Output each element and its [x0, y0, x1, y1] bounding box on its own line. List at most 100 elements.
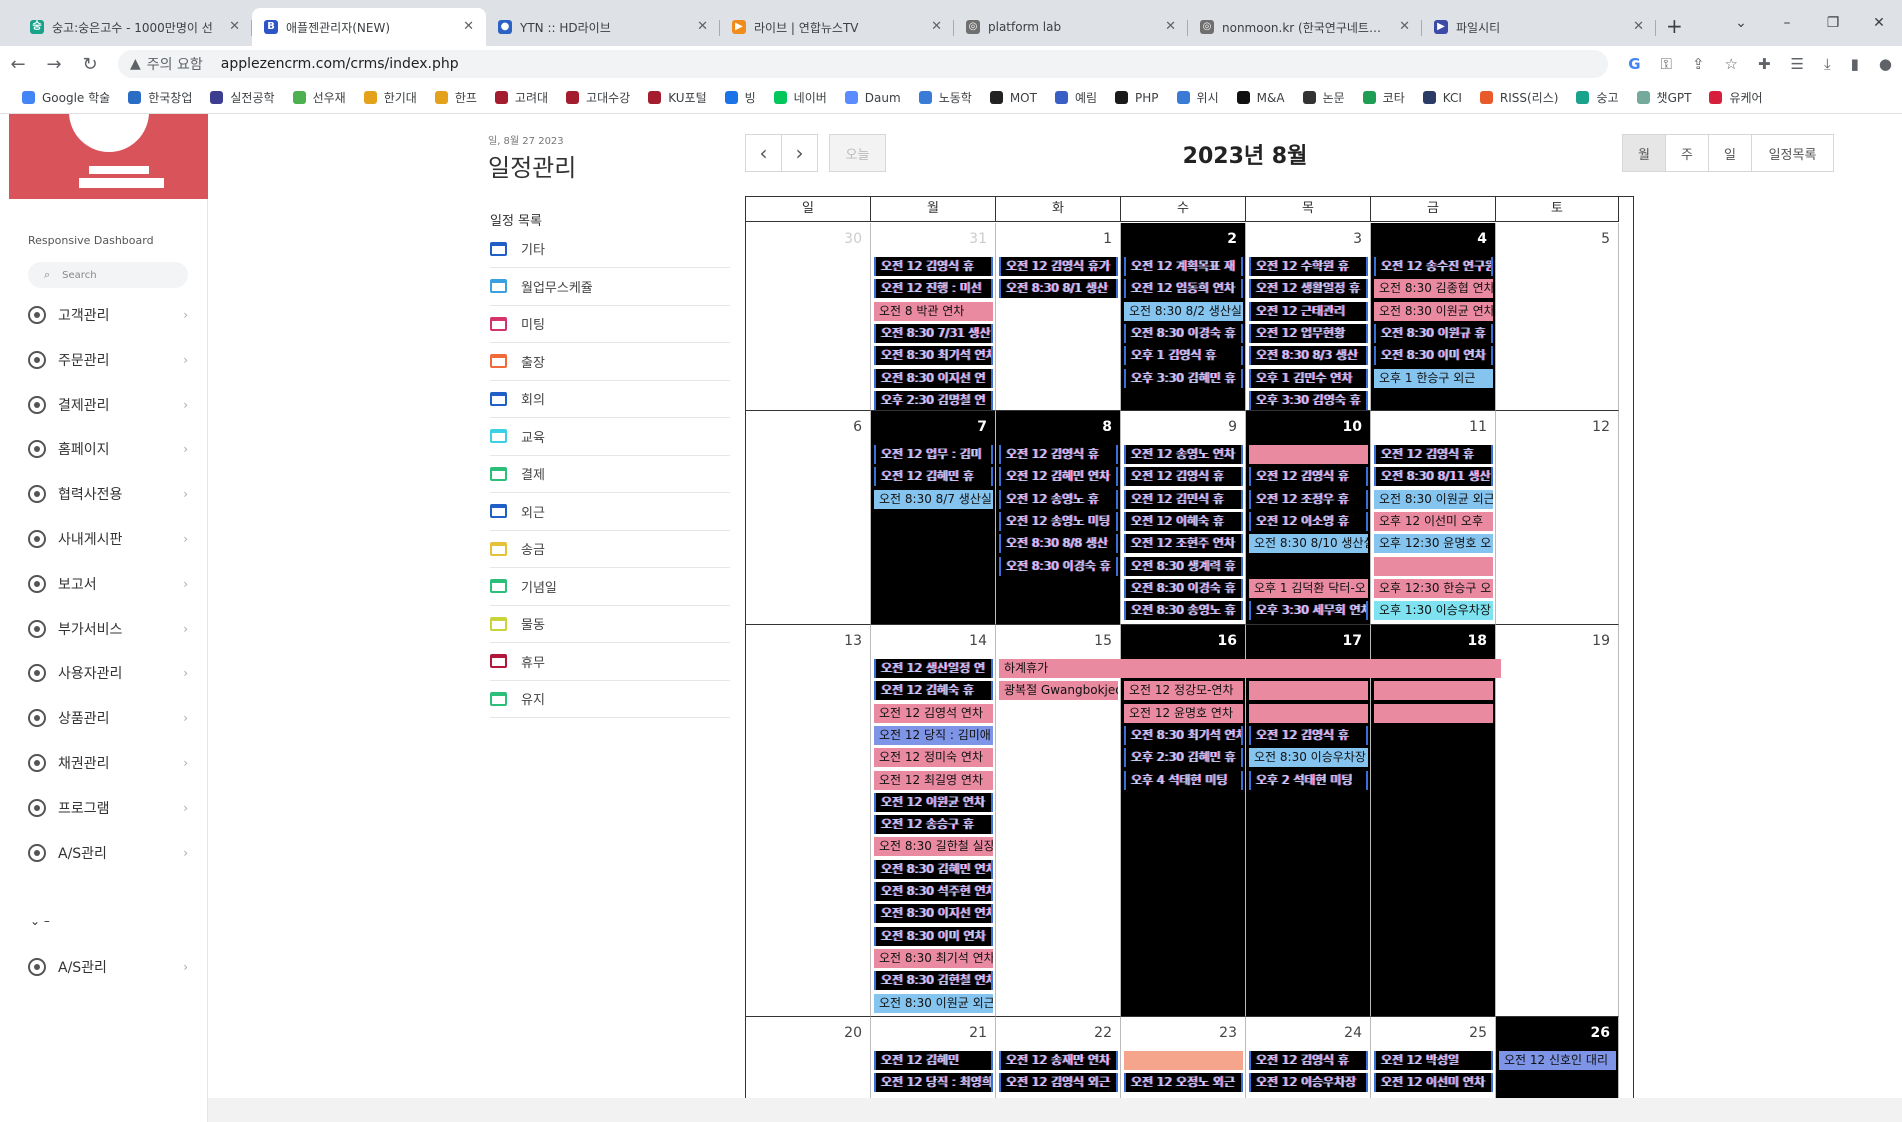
download-icon[interactable]: ⤓	[1824, 55, 1831, 73]
bookmark-item[interactable]: 숭고	[1576, 89, 1619, 106]
sidebar-item[interactable]: 프로그램 ›	[28, 793, 188, 823]
view-day-button[interactable]: 일	[1708, 134, 1752, 172]
sidebar-item[interactable]: 상품관리 ›	[28, 703, 188, 733]
bookmark-item[interactable]: 빙	[724, 89, 756, 106]
browser-tab[interactable]: ◎ nonmoon.kr (한국연구네트워크 ✕	[1188, 8, 1422, 46]
calendar-day[interactable]: 3 오전 12 수학원 휴 오전 12 생활일정 휴 오전 12 근태관리 오전 12 …	[1246, 223, 1371, 411]
calendar-event[interactable]: 오후 1 김덕환 닥터-오	[1249, 578, 1368, 598]
calendar-day[interactable]: 17 오전 12 김영식 휴 오전 8:30 이승우차장 오후 2 석태현 미팅	[1246, 625, 1371, 1017]
calendar-day[interactable]: 31 오전 12 김영식 휴 오전 12 진행 : 미선 오전 8 박관 연차 오전 8…	[871, 223, 996, 411]
category-item[interactable]: 물동	[490, 605, 730, 643]
calendar-event[interactable]: 오전 8:30 이미 연차	[874, 926, 993, 946]
calendar-day[interactable]: 21 오전 12 김혜민 오전 12 당직 : 최영희	[871, 1017, 996, 1099]
bookmark-item[interactable]: 유케어	[1709, 89, 1763, 106]
calendar-event[interactable]: 오전 12 당직 : 최영희	[874, 1073, 993, 1093]
share-icon[interactable]: ⇪	[1692, 55, 1705, 73]
calendar-event[interactable]: 오전 8:30 이경숙 휴	[1124, 323, 1243, 343]
calendar-event[interactable]: 오전 8:30 이원균 외근	[874, 993, 993, 1013]
google-lens-icon[interactable]: G	[1628, 55, 1640, 73]
browser-tab[interactable]: 숭 숭고:숭은고수 - 1000만명이 선 ✕	[18, 8, 252, 46]
calendar-day[interactable]: 23 오전 12 오정노 외근	[1121, 1017, 1246, 1099]
calendar-event[interactable]: 오전 8:30 생계력 휴	[1124, 556, 1243, 576]
reading-list-icon[interactable]: ☰	[1791, 55, 1804, 73]
forward-icon[interactable]: →	[36, 54, 72, 75]
calendar-event[interactable]: 오전 12 신호인 대리	[1499, 1051, 1616, 1070]
browser-tab[interactable]: ◎ platform lab ✕	[954, 8, 1188, 46]
calendar-event[interactable]	[1249, 703, 1368, 723]
minimize-icon[interactable]: –	[1764, 15, 1810, 31]
bookmark-item[interactable]: 논문	[1302, 89, 1345, 106]
category-item[interactable]: 월업무스케쥴	[490, 268, 730, 306]
calendar-event[interactable]: 오전 8:30 최기석 연차	[874, 948, 993, 968]
calendar-event[interactable]: 오전 12 송영노 미팅	[999, 511, 1118, 531]
browser-tab[interactable]: ● YTN :: HD라이브 ✕	[486, 8, 720, 46]
calendar-event[interactable]: 오전 8:30 이원균 외근	[1374, 489, 1493, 509]
category-item[interactable]: 미팅	[490, 305, 730, 343]
calendar-event[interactable]: 오전 12 김영식 휴	[1249, 725, 1368, 745]
tab-close-icon[interactable]: ✕	[229, 19, 240, 34]
calendar-event[interactable]: 오전 12 진행 : 미선	[874, 279, 993, 299]
calendar-event[interactable]: 오전 12 생산일정 연	[874, 659, 993, 678]
calendar-event[interactable]: 오전 8:30 8/3 생산	[1249, 346, 1368, 366]
calendar-day[interactable]: 8 오전 12 김영식 휴 오전 12 김혜민 연차 오전 12 송영노 휴 오전 12…	[996, 411, 1121, 625]
calendar-event[interactable]: 오전 12 박성일	[1374, 1051, 1493, 1070]
back-icon[interactable]: ←	[0, 54, 36, 75]
calendar-day[interactable]: 25 오전 12 박성일 오전 12 이선미 연차	[1371, 1017, 1496, 1099]
url-text[interactable]: applezencrm.com/crms/index.php	[221, 56, 459, 72]
calendar-event[interactable]: 오후 1 김민수 연차	[1249, 368, 1368, 388]
calendar-event[interactable]: 오전 8:30 석주현 연차	[874, 882, 993, 901]
calendar-event[interactable]: 오후 12:30 윤명호 오	[1374, 534, 1493, 554]
bookmark-item[interactable]: 위시	[1176, 89, 1219, 106]
calendar-event[interactable]: 오전 12 윤명호 연차	[1124, 703, 1243, 723]
calendar-event[interactable]	[1124, 1051, 1243, 1070]
calendar-event[interactable]: 오전 12 김민식 휴	[1124, 489, 1243, 509]
company-logo[interactable]	[9, 114, 208, 199]
bookmark-item[interactable]: 한국창업	[128, 89, 192, 106]
calendar-event[interactable]: 오전 12 업무현황	[1249, 323, 1368, 343]
calendar-event[interactable]: 오전 8:30 8/10 생산실	[1249, 534, 1368, 554]
calendar-event[interactable]: 오후 12 이선미 오후	[1374, 511, 1493, 531]
sidebar-item-as-extra[interactable]: A/S관리 ›	[28, 952, 188, 982]
calendar-event[interactable]	[1374, 681, 1493, 701]
tab-close-icon[interactable]: ✕	[697, 19, 708, 34]
warning-icon[interactable]: ▲	[130, 56, 141, 72]
calendar-event[interactable]: 오전 8:30 8/2 생산실	[1124, 301, 1243, 321]
bookmark-item[interactable]: 노동학	[918, 89, 972, 106]
calendar-event[interactable]: 오전 8:30 이경숙 휴	[1124, 578, 1243, 598]
calendar-event[interactable]: 오전 8:30 이지선 연차	[874, 904, 993, 924]
next-month-button[interactable]: ›	[781, 134, 818, 172]
calendar-day[interactable]: 9 오전 12 송영노 연차 오전 12 김영식 휴 오전 12 김민식 휴 오전 12…	[1121, 411, 1246, 625]
bookmark-item[interactable]: Google 학술	[22, 89, 110, 106]
bookmark-item[interactable]: 실전공학	[210, 89, 275, 106]
calendar-day[interactable]: 13	[746, 625, 871, 1017]
calendar-event[interactable]: 오전 12 계획목표 재	[1124, 257, 1243, 276]
calendar-event[interactable]: 오후 3:30 세무회 연차	[1249, 601, 1368, 621]
sidebar-item[interactable]: 주문관리 ›	[28, 345, 188, 375]
calendar-event[interactable]: 오후 1 한승구 외근	[1374, 368, 1493, 388]
calendar-event[interactable]: 오전 8:30 이원규 휴	[1374, 323, 1493, 343]
calendar-day[interactable]: 30	[746, 223, 871, 411]
calendar-event[interactable]: 오전 12 김영식 휴	[1124, 467, 1243, 487]
category-item[interactable]: 유지	[490, 680, 730, 718]
calendar-event[interactable]: 오전 8:30 이미 연차	[1374, 346, 1493, 366]
restore-icon[interactable]: ❐	[1810, 15, 1856, 31]
calendar-event[interactable]: 오후 4 석태현 미팅	[1124, 770, 1243, 790]
calendar-event[interactable]: 오전 12 송승구 휴	[874, 815, 993, 835]
calendar-event[interactable]: 오후 12:30 한승구 오	[1374, 578, 1493, 598]
bookmark-item[interactable]: PHP	[1115, 91, 1159, 105]
calendar-event[interactable]: 오전 12 김혜숙 휴	[874, 681, 993, 701]
calendar-event[interactable]: 오후 3:30 김영숙 휴	[1249, 390, 1368, 410]
key-icon[interactable]: ⚿	[1661, 55, 1672, 73]
tab-close-icon[interactable]: ✕	[1399, 19, 1410, 34]
calendar-event[interactable]: 오전 8:30 송영노 휴	[1124, 601, 1243, 621]
category-item[interactable]: 회의	[490, 380, 730, 418]
calendar-event[interactable]: 오전 12 정미숙 연차	[874, 748, 993, 768]
bookmark-item[interactable]: 선우재	[292, 89, 346, 106]
calendar-event[interactable]: 오전 8:30 김혜민 연차	[874, 859, 993, 879]
calendar-event[interactable]: 오전 8:30 길한철 실장	[874, 837, 993, 857]
calendar-event[interactable]: 오전 8:30 8/11 생산	[1374, 467, 1493, 487]
category-item[interactable]: 기타	[490, 230, 730, 268]
bookmark-item[interactable]: KCI	[1422, 91, 1462, 105]
calendar-event[interactable]: 오전 12 당직 : 김미애	[874, 725, 993, 745]
calendar-event[interactable]: 오전 12 김영식 휴	[1249, 1051, 1368, 1070]
